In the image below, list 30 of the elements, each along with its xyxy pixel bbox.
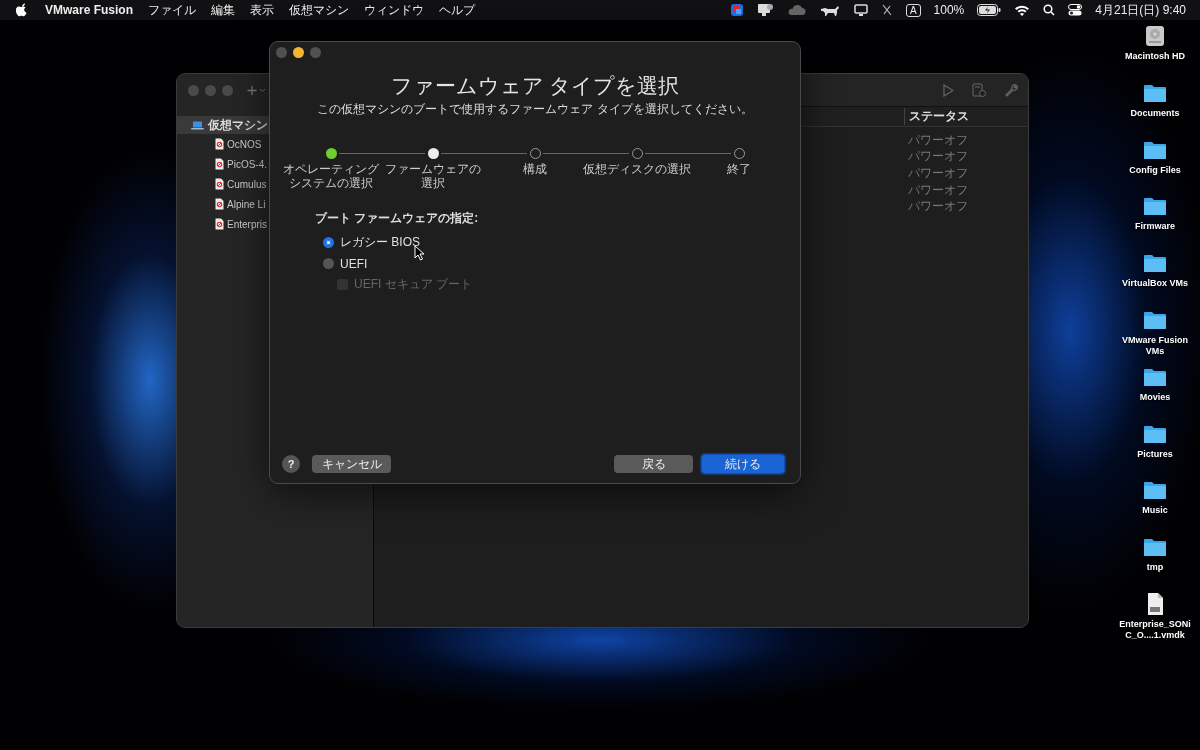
icon-label: Enterprise_SONiC_O....1.vmdk — [1118, 618, 1192, 641]
step-label: オペレーティング — [283, 162, 379, 176]
dialog-title: ファームウェア タイプを選択 — [390, 73, 680, 99]
icon-label: Firmware — [1134, 221, 1176, 233]
table-cell: パワーオフ — [908, 165, 968, 182]
icon-label: Movies — [1138, 391, 1172, 403]
table-cell: パワーオフ — [908, 198, 968, 216]
step-label: 構成 — [523, 162, 547, 176]
table-cell: パワーオフ — [908, 131, 968, 149]
section-label: ブート ファームウェアの指定: — [315, 210, 480, 227]
option-label: UEFI セキュア ブート — [354, 276, 472, 293]
table-cell: パワーオフ — [908, 148, 968, 166]
battery-percent: 100% — [933, 3, 965, 17]
option-label: レガシー BIOS — [340, 234, 420, 251]
icon-label: Config Files — [1128, 164, 1182, 176]
step-label: ファームウェアの — [385, 162, 481, 176]
icon-label: tmp — [1145, 562, 1165, 574]
step-label: システムの選択 — [289, 176, 373, 190]
icon-label: Music — [1141, 505, 1169, 517]
icon-label: Documents — [1129, 107, 1181, 119]
table-cell: パワーオフ — [908, 181, 968, 199]
option-label: UEFI — [340, 256, 368, 271]
step-label: 終了 — [727, 162, 751, 176]
icon-label: VirtualBox VMs — [1121, 278, 1189, 290]
icon-label: Pictures — [1136, 448, 1174, 460]
step-label: 仮想ディスクの選択 — [583, 162, 691, 176]
icon-label: Macintosh HD — [1124, 51, 1186, 62]
dialog-subtitle: この仮想マシンのブートで使用するファームウェア タイプを選択してください。 — [317, 101, 753, 118]
icon-label: VMware Fusion VMs — [1121, 335, 1189, 357]
step-label: 選択 — [421, 176, 445, 190]
